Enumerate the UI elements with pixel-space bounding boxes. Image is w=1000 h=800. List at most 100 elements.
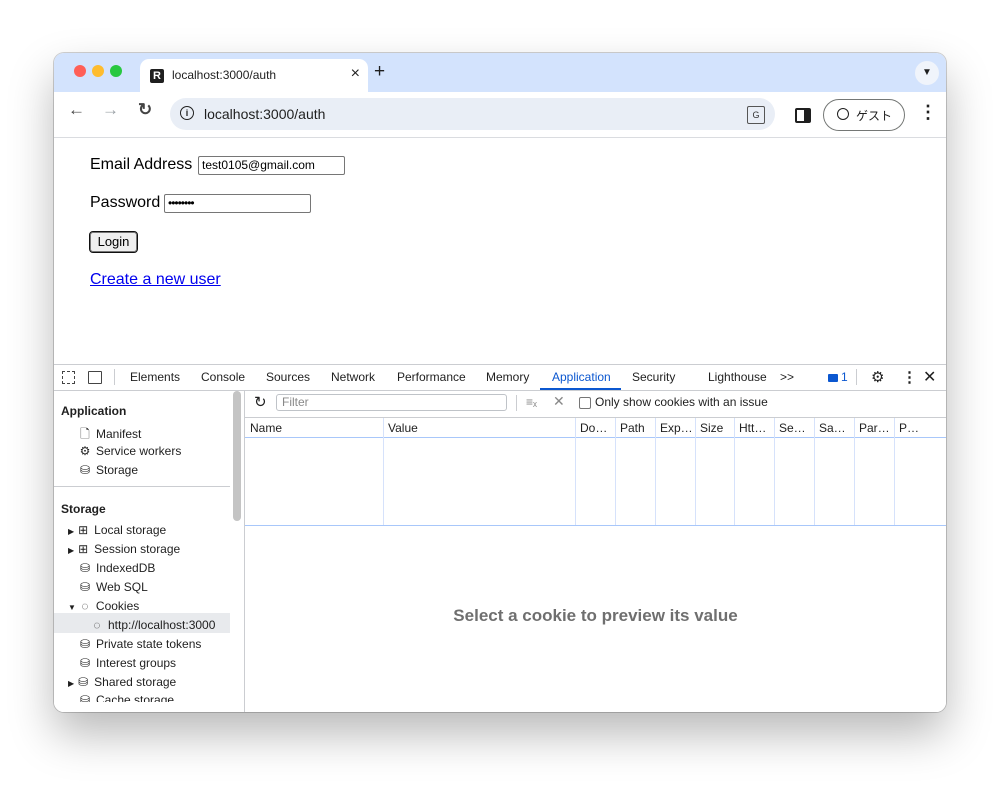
sidebar-item-shared-storage[interactable]: ▶ ⛁ Shared storage [68, 675, 176, 689]
issues-badge[interactable]: 1 [828, 370, 848, 384]
document-icon: 🗋 [80, 427, 90, 441]
browser-menu-icon[interactable]: ⋮ [919, 102, 937, 123]
collapse-arrow-icon[interactable]: ▼ [68, 603, 76, 612]
sidebar-item-cookie-origin[interactable]: ◌ http://localhost:3000 [91, 618, 215, 632]
column-header-path[interactable]: Path [615, 418, 655, 438]
info-icon[interactable]: i [180, 106, 194, 120]
tab-console[interactable]: Console [201, 370, 245, 384]
expand-arrow-icon[interactable]: ▶ [68, 527, 74, 536]
create-user-link[interactable]: Create a new user [90, 271, 221, 289]
translate-icon[interactable]: G [747, 106, 765, 124]
tab-security[interactable]: Security [632, 370, 675, 384]
only-issues-label: Only show cookies with an issue [595, 395, 768, 409]
sidebar-item-private-state-tokens[interactable]: ⛁ Private state tokens [79, 637, 201, 651]
only-issues-checkbox[interactable] [579, 397, 591, 409]
sidebar-item-session-storage[interactable]: ▶ ⊞ Session storage [68, 542, 180, 556]
devtools-panel: Elements Console Sources Network Perform… [54, 364, 946, 712]
tab-strip: R localhost:3000/auth × + ▼ [54, 53, 946, 92]
sidebar-item-service-workers[interactable]: ⚙ Service workers [79, 444, 182, 458]
divider [856, 369, 857, 385]
tab-memory[interactable]: Memory [486, 370, 529, 384]
side-panel-icon[interactable] [795, 108, 811, 123]
database-icon: ⛁ [79, 561, 91, 575]
login-button[interactable]: Login [89, 231, 138, 253]
address-bar[interactable]: i localhost:3000/auth G [170, 98, 775, 130]
tab-lighthouse[interactable]: Lighthouse [708, 370, 767, 384]
settings-gear-icon[interactable]: ⚙ [871, 368, 884, 386]
sidebar-item-label: IndexedDB [96, 561, 156, 575]
issues-icon [828, 373, 838, 382]
column-header-secure[interactable]: Se… [774, 418, 814, 438]
sidebar-divider [54, 486, 230, 487]
close-devtools-icon[interactable]: ✕ [923, 367, 936, 387]
sidebar-heading-application: Application [61, 404, 127, 418]
refresh-icon[interactable]: ↻ [254, 393, 267, 411]
delete-cookie-icon[interactable]: ✕ [553, 393, 565, 410]
favicon-icon: R [150, 69, 164, 83]
column-header-samesite[interactable]: Sa… [814, 418, 854, 438]
column-header-domain[interactable]: Do… [575, 418, 615, 438]
sidebar-item-web-sql[interactable]: ⛁ Web SQL [79, 580, 148, 594]
column-divider [615, 418, 616, 525]
column-header-partition-key[interactable]: Par… [854, 418, 894, 438]
close-window-button[interactable] [74, 65, 86, 77]
sidebar-item-label: Private state tokens [96, 637, 202, 651]
password-field[interactable]: •••••••• [164, 194, 311, 213]
reload-icon[interactable]: ↻ [138, 100, 152, 120]
column-header-value[interactable]: Value [383, 418, 575, 438]
divider [114, 369, 115, 385]
clear-filtered-cookies-icon[interactable]: ≡ₓ [526, 395, 537, 409]
tab-sources[interactable]: Sources [266, 370, 310, 384]
column-header-size[interactable]: Size [695, 418, 734, 438]
profile-icon [837, 108, 849, 120]
password-label: Password [90, 194, 161, 211]
tab-application[interactable]: Application [552, 370, 611, 384]
sidebar-item-interest-groups[interactable]: ⛁ Interest groups [79, 656, 176, 670]
devtools-menu-icon[interactable]: ⋮ [902, 368, 917, 386]
back-icon[interactable]: ← [68, 100, 85, 120]
sidebar-item-label: Storage [96, 463, 139, 477]
cookies-pane: ↻ Filter ≡ₓ ✕ Only show cookies with an … [245, 391, 946, 712]
column-divider [814, 418, 815, 525]
column-divider [894, 418, 895, 525]
zoom-window-button[interactable] [110, 65, 122, 77]
email-field[interactable]: test0105@gmail.com [198, 156, 345, 175]
tab-search-icon[interactable]: ▼ [915, 61, 939, 85]
close-tab-icon[interactable]: × [351, 65, 360, 83]
sidebar-item-local-storage[interactable]: ▶ ⊞ Local storage [68, 523, 166, 537]
browser-tab[interactable]: R localhost:3000/auth × [140, 59, 368, 92]
device-toolbar-icon[interactable] [88, 371, 102, 384]
profile-label: ゲスト [856, 109, 893, 123]
sidebar-item-label: Web SQL [96, 580, 148, 594]
sidebar-item-cache-storage[interactable]: ⛁ Cache storage [79, 693, 174, 702]
column-header-expires[interactable]: Exp… [655, 418, 695, 438]
database-icon: ⛁ [79, 580, 91, 594]
column-divider [774, 418, 775, 525]
column-divider [734, 418, 735, 525]
more-tabs-icon[interactable]: >> [780, 370, 794, 384]
new-tab-icon[interactable]: + [374, 61, 385, 83]
filter-input[interactable]: Filter [276, 394, 507, 411]
expand-arrow-icon[interactable]: ▶ [68, 546, 74, 555]
cookie-preview-placeholder: Select a cookie to preview its value [453, 606, 738, 625]
sidebar-scrollbar[interactable] [233, 391, 241, 521]
minimize-window-button[interactable] [92, 65, 104, 77]
profile-button[interactable]: ゲスト [823, 99, 905, 131]
issues-count: 1 [841, 370, 848, 384]
inspect-element-icon[interactable] [62, 371, 75, 384]
sidebar-item-label: Service workers [96, 444, 182, 458]
forward-icon[interactable]: → [102, 100, 119, 120]
sidebar-item-cookies[interactable]: ▼ ◌ Cookies [68, 599, 139, 613]
database-icon: ⛁ [78, 675, 89, 689]
expand-arrow-icon[interactable]: ▶ [68, 679, 74, 688]
tab-performance[interactable]: Performance [397, 370, 466, 384]
sidebar-item-label: Session storage [94, 542, 181, 556]
column-header-priority[interactable]: P… [894, 418, 946, 438]
sidebar-item-indexeddb[interactable]: ⛁ IndexedDB [79, 561, 155, 575]
tab-elements[interactable]: Elements [130, 370, 180, 384]
sidebar-item-storage-overview[interactable]: ⛁ Storage [79, 463, 138, 477]
column-header-httponly[interactable]: Htt… [734, 418, 774, 438]
tab-network[interactable]: Network [331, 370, 375, 384]
column-header-name[interactable]: Name [245, 418, 383, 438]
sidebar-item-manifest[interactable]: 🗋 Manifest [79, 425, 141, 446]
